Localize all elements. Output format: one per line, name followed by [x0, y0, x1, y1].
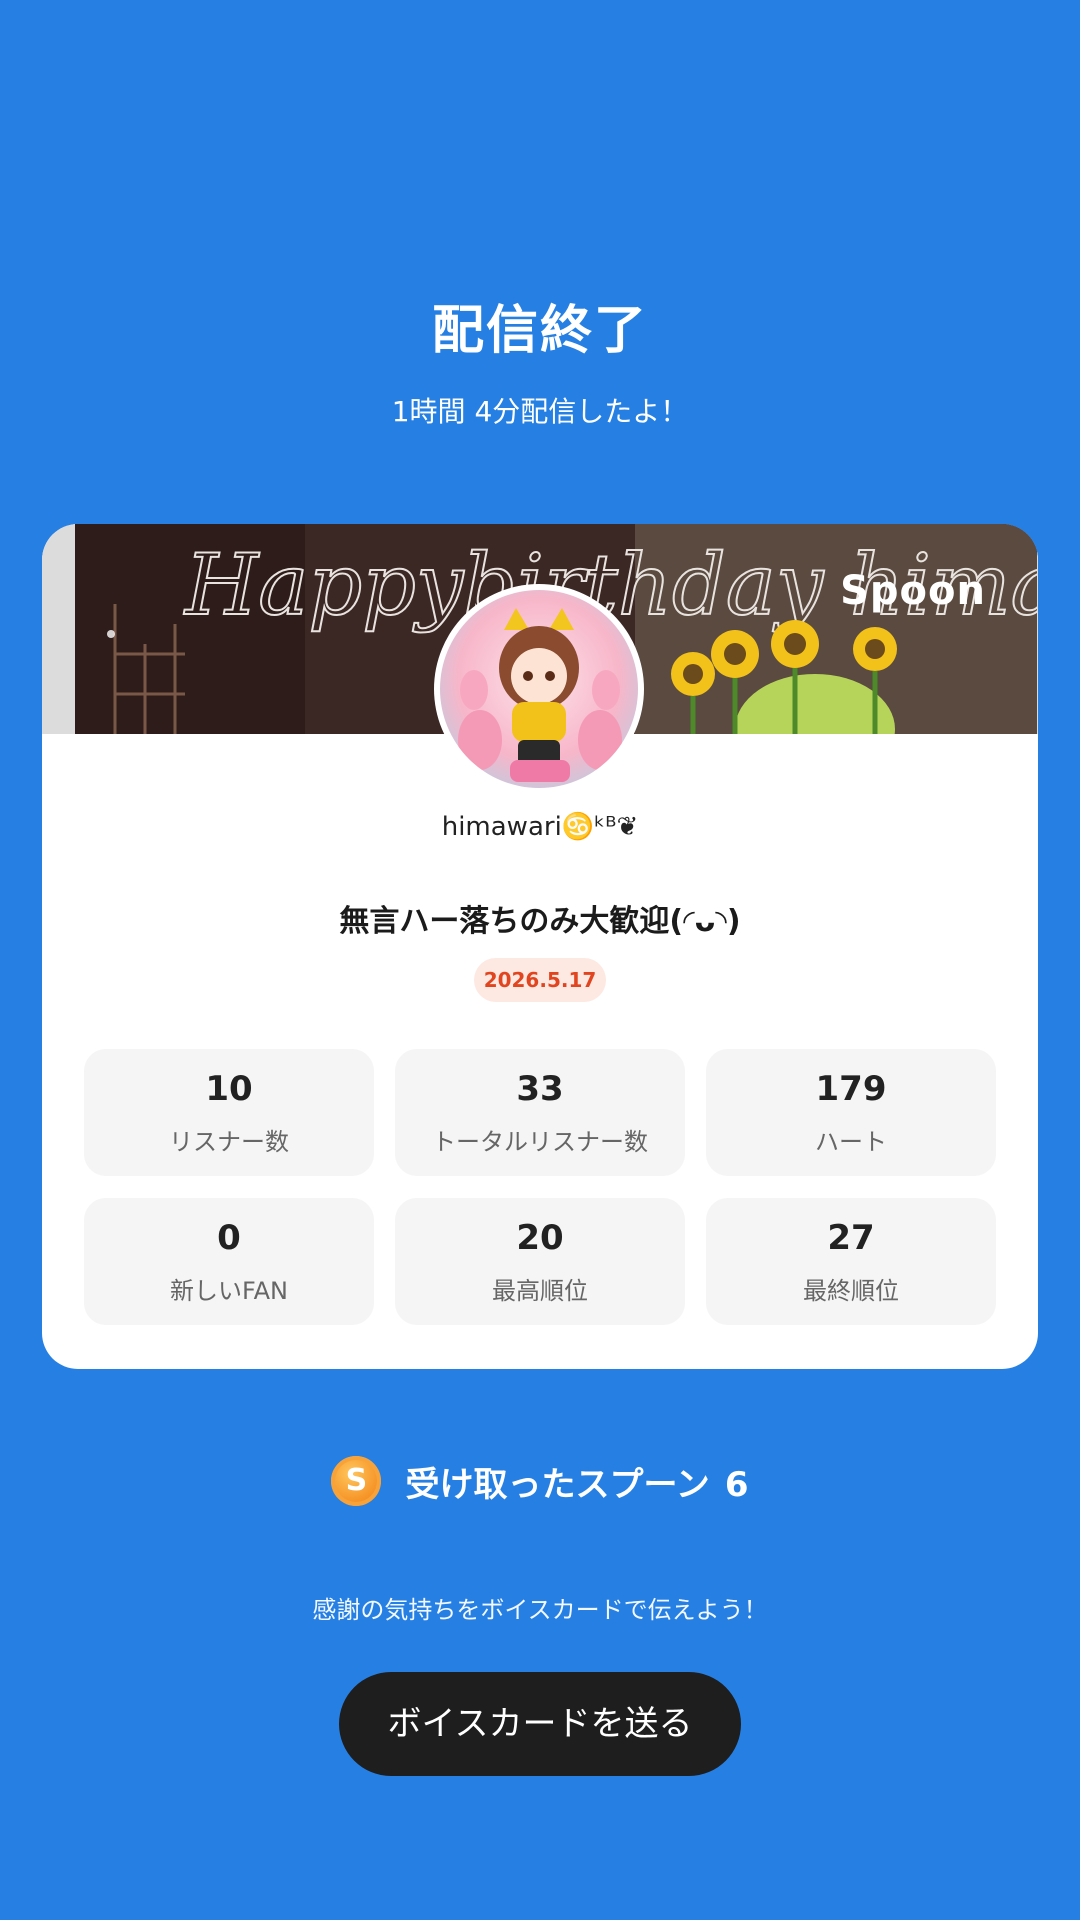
stat-hearts: 179 ハート [706, 1049, 996, 1176]
stat-value: 27 [827, 1218, 875, 1258]
stat-new-fans: 0 新しいFAN [84, 1198, 374, 1325]
broadcast-summary-card: Happybirthday himawari Spoon [42, 524, 1038, 1369]
live-title: 無言ハー落ちのみ大歓迎(◜ᴗ◝) [339, 904, 741, 939]
page-title: 配信終了 [431, 301, 648, 361]
thanks-message: 感謝の気持ちをボイスカードで伝えよう！ [312, 1596, 768, 1624]
received-spoons: S 受け取ったスプーン 6 [0, 1456, 1080, 1506]
received-spoons-label: 受け取ったスプーン [405, 1464, 710, 1505]
spoon-logo: Spoon [840, 568, 986, 614]
stat-label: リスナー数 [169, 1128, 289, 1156]
stat-label: ハート [815, 1128, 887, 1156]
received-spoons-count: 6 [724, 1464, 749, 1505]
avatar-image [440, 590, 638, 788]
stat-final-rank: 27 最終順位 [706, 1198, 996, 1325]
stat-label: 新しいFAN [170, 1277, 288, 1305]
stat-total-listeners: 33 トータルリスナー数 [395, 1049, 685, 1176]
send-voice-card-button[interactable]: ボイスカードを送る [339, 1672, 741, 1776]
stat-label: 最終順位 [803, 1277, 899, 1305]
stat-listeners: 10 リスナー数 [84, 1049, 374, 1176]
stat-value: 179 [815, 1069, 887, 1109]
stat-value: 10 [205, 1069, 253, 1109]
stat-highest-rank: 20 最高順位 [395, 1198, 685, 1325]
stat-value: 0 [217, 1218, 241, 1258]
stat-label: トータルリスナー数 [432, 1128, 648, 1156]
spoon-coin-icon: S [331, 1456, 382, 1506]
stream-duration: 1時間 4分配信したよ！ [391, 395, 689, 428]
stat-value: 33 [516, 1069, 564, 1109]
stat-value: 20 [516, 1218, 564, 1258]
stat-label: 最高順位 [492, 1277, 588, 1305]
stats-grid: 10 リスナー数 33 トータルリスナー数 179 ハート 0 新しいFAN 2… [84, 1049, 996, 1325]
username[interactable]: himawari♋️ᵏᴮ❦ [42, 812, 1038, 842]
avatar[interactable] [434, 584, 644, 794]
date-badge: 2026.5.17 [474, 958, 606, 1002]
